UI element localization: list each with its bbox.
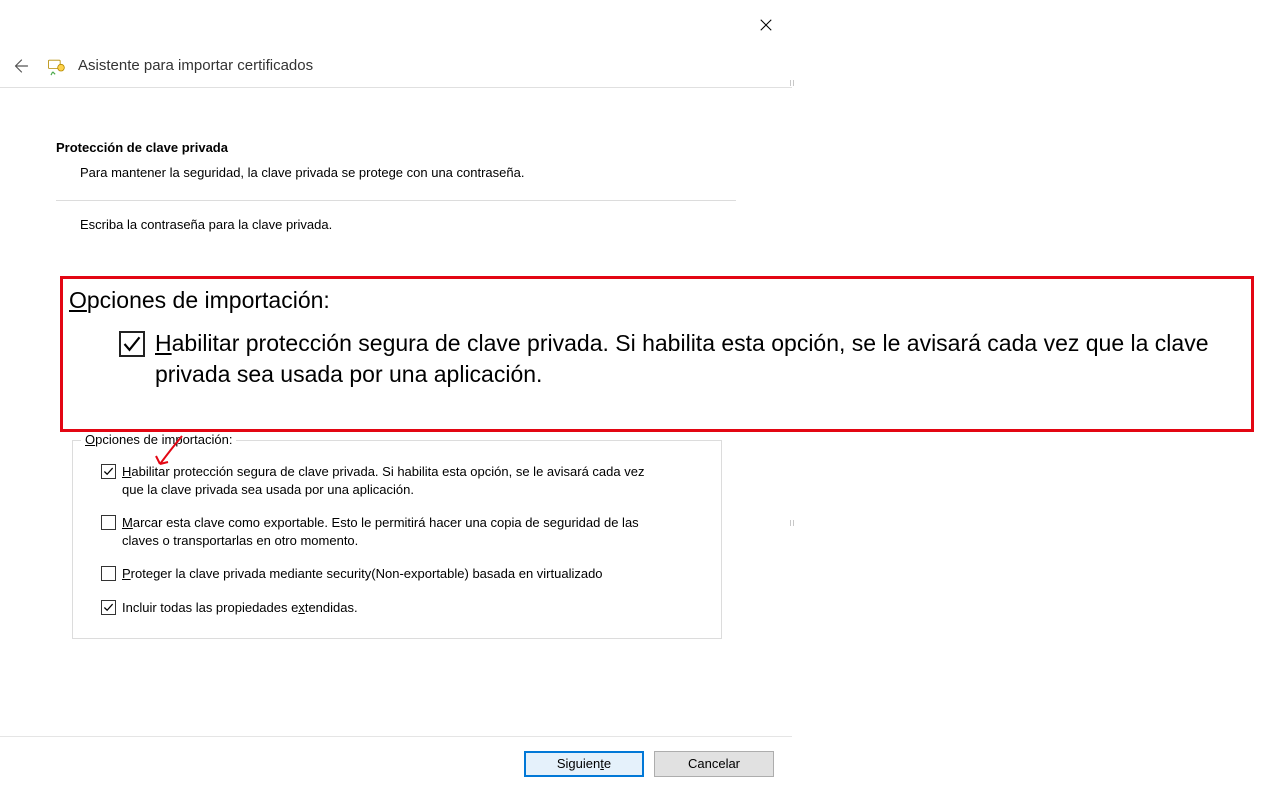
content-area: Protección de clave privada Para mantene… xyxy=(0,88,792,232)
checkbox-extended-props[interactable] xyxy=(101,600,116,615)
callout-checkbox xyxy=(119,331,145,357)
edge-mark xyxy=(790,520,794,526)
close-button[interactable] xyxy=(746,10,786,40)
checkbox-exportable[interactable] xyxy=(101,515,116,530)
callout-row: Habilitar protección segura de clave pri… xyxy=(69,328,1241,390)
certificate-icon xyxy=(46,56,66,76)
section-desc: Para mantener la seguridad, la clave pri… xyxy=(56,165,736,180)
divider xyxy=(56,200,736,201)
option-strong-protection-label: Habilitar protección segura de clave pri… xyxy=(122,463,662,498)
edge-mark xyxy=(790,80,794,86)
arrow-left-icon xyxy=(11,57,29,75)
option-extended-props-label: Incluir todas las propiedades extendidas… xyxy=(122,599,358,617)
callout-text: Habilitar protección segura de clave pri… xyxy=(155,328,1241,390)
annotation-arrow-icon xyxy=(152,434,192,474)
wizard-title: Asistente para importar certificados xyxy=(78,57,313,74)
back-button[interactable] xyxy=(6,52,34,80)
close-icon xyxy=(759,18,773,32)
cancel-button[interactable]: Cancelar xyxy=(654,751,774,777)
option-virtualized-label: Proteger la clave privada mediante secur… xyxy=(122,565,603,583)
annotation-callout: Opciones de importación: Habilitar prote… xyxy=(60,276,1254,432)
titlebar xyxy=(0,0,792,44)
option-exportable: Marcar esta clave como exportable. Esto … xyxy=(101,514,699,549)
checkbox-virtualized[interactable] xyxy=(101,566,116,581)
checkbox-strong-protection[interactable] xyxy=(101,464,116,479)
section-title: Protección de clave privada xyxy=(56,140,736,155)
option-exportable-label: Marcar esta clave como exportable. Esto … xyxy=(122,514,662,549)
header: Asistente para importar certificados xyxy=(0,44,792,88)
callout-title: Opciones de importación: xyxy=(69,287,1241,314)
password-prompt-text: Escriba la contraseña para la clave priv… xyxy=(56,217,736,232)
option-extended-props: Incluir todas las propiedades extendidas… xyxy=(101,599,699,617)
option-virtualized: Proteger la clave privada mediante secur… xyxy=(101,565,699,583)
next-button[interactable]: Siguiente xyxy=(524,751,644,777)
footer: Siguiente Cancelar xyxy=(0,736,792,790)
check-icon xyxy=(122,334,142,354)
